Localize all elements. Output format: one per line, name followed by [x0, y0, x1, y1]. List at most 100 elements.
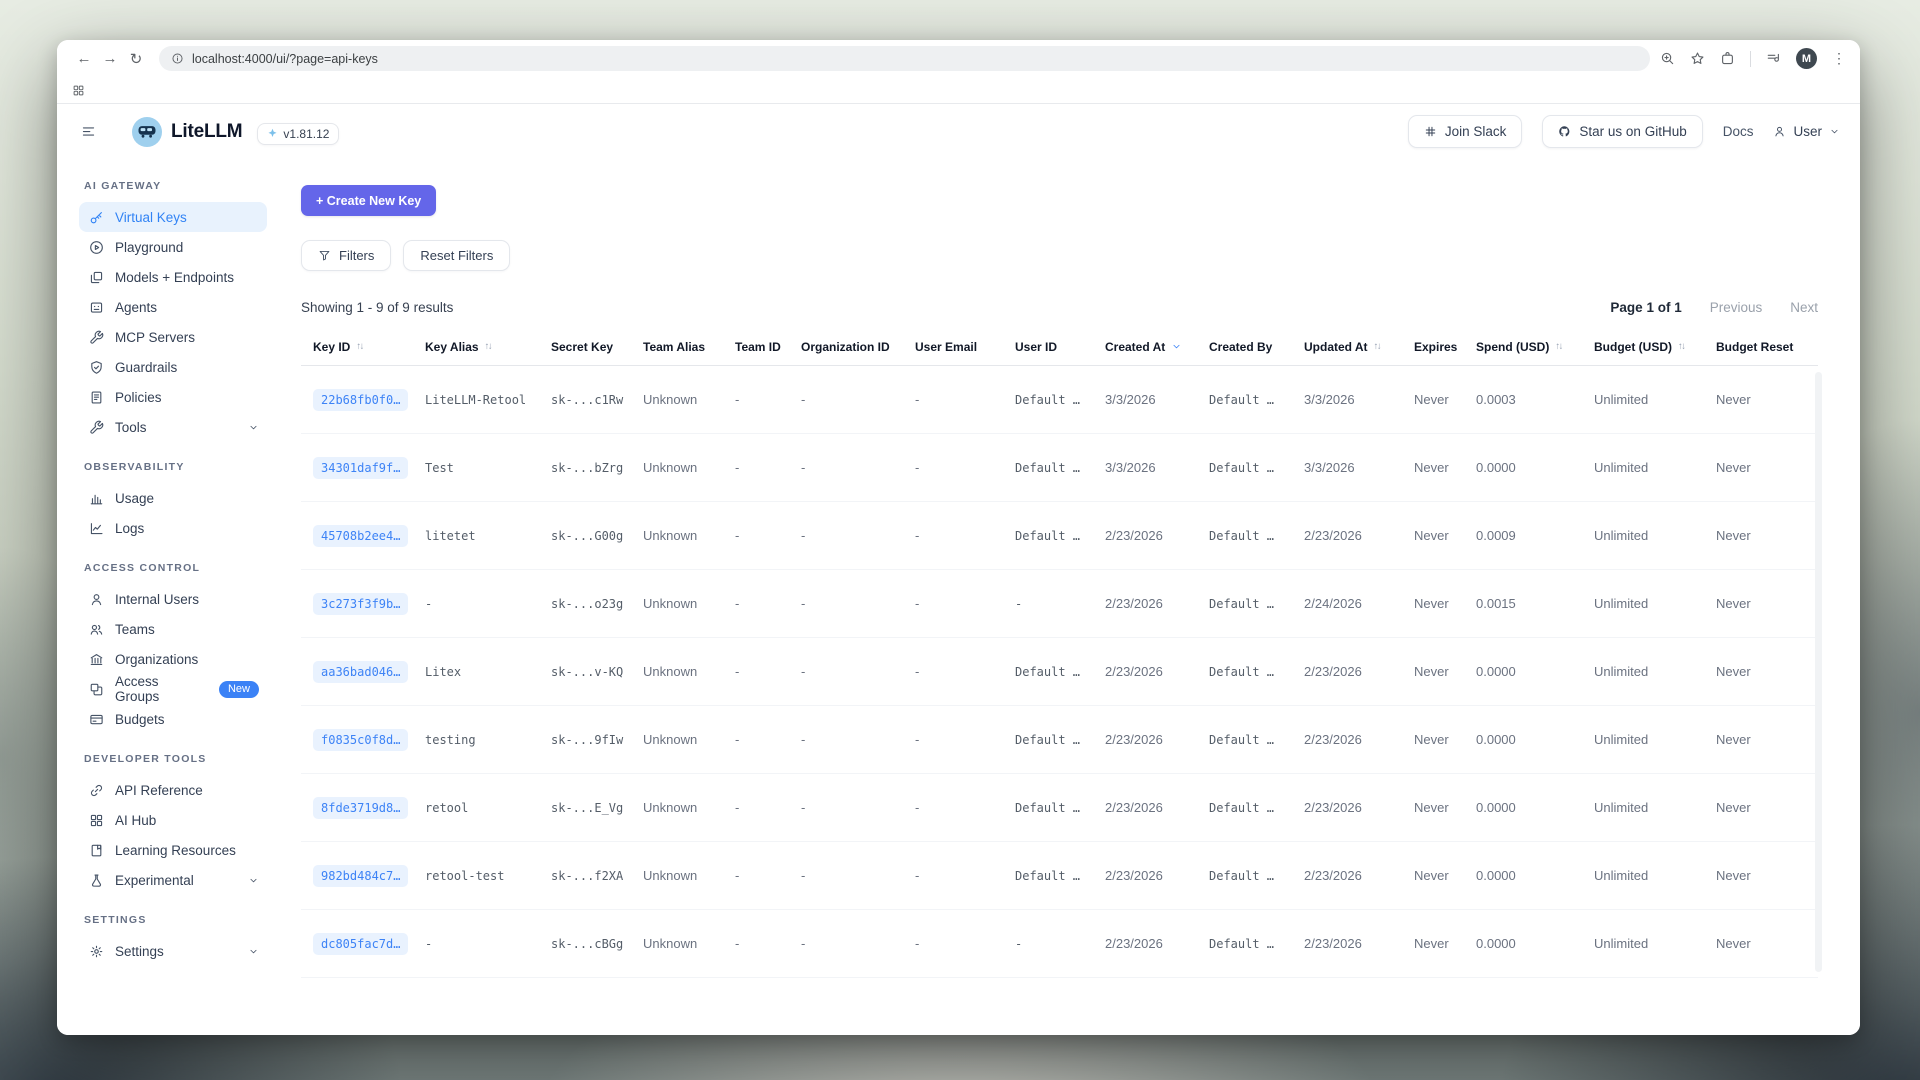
cell-key-id[interactable]: 22b68fb0f0… — [313, 391, 425, 409]
collapse-sidebar-icon[interactable] — [81, 124, 96, 139]
cell-user-id: Default … — [1015, 461, 1105, 475]
bookmark-star-icon[interactable] — [1690, 51, 1705, 66]
previous-button[interactable]: Previous — [1710, 300, 1763, 315]
sidebar-item-usage[interactable]: Usage — [79, 483, 267, 513]
sort-chevron-down-icon[interactable] — [1171, 341, 1182, 352]
sort-icon[interactable]: ↑↓ — [1374, 341, 1381, 352]
cell-budget: Unlimited — [1594, 936, 1716, 951]
sidebar-item-guardrails[interactable]: Guardrails — [79, 352, 267, 382]
column-header-team-id[interactable]: Team ID — [735, 340, 801, 354]
user-menu[interactable]: User — [1773, 124, 1840, 139]
apps-grid-icon[interactable] — [72, 84, 85, 97]
create-new-key-button[interactable]: + Create New Key — [301, 185, 436, 216]
cell-key-id[interactable]: 45708b2ee4… — [313, 527, 425, 545]
sidebar-item-teams[interactable]: Teams — [79, 614, 267, 644]
table-row[interactable]: 982bd484c7…retool-testsk-...f2XAUnknown-… — [301, 842, 1818, 910]
flask-icon — [89, 873, 104, 888]
extensions-icon[interactable] — [1720, 51, 1735, 66]
column-header-key-alias[interactable]: Key Alias↑↓ — [425, 340, 551, 354]
docs-link[interactable]: Docs — [1723, 124, 1754, 139]
sidebar-item-models-endpoints[interactable]: Models + Endpoints — [79, 262, 267, 292]
column-header-created-by[interactable]: Created By — [1209, 340, 1304, 354]
brand[interactable]: LiteLLM — [132, 117, 242, 147]
sidebar-item-learning-resources[interactable]: Learning Resources — [79, 835, 267, 865]
next-button[interactable]: Next — [1790, 300, 1818, 315]
column-header-key-id[interactable]: Key ID↑↓ — [313, 340, 425, 354]
reset-filters-button[interactable]: Reset Filters — [403, 240, 510, 271]
column-header-created-at[interactable]: Created At — [1105, 340, 1209, 354]
table-row[interactable]: f0835c0f8d…testingsk-...9fIwUnknown---De… — [301, 706, 1818, 774]
sidebar-item-playground[interactable]: Playground — [79, 232, 267, 262]
sidebar-item-policies[interactable]: Policies — [79, 382, 267, 412]
table-row[interactable]: 34301daf9f…Testsk-...bZrgUnknown---Defau… — [301, 434, 1818, 502]
sort-icon[interactable]: ↑↓ — [1678, 341, 1685, 352]
agent-icon — [89, 300, 104, 315]
media-controls-icon[interactable] — [1766, 51, 1781, 66]
column-header-spend-usd[interactable]: Spend (USD)↑↓ — [1476, 340, 1594, 354]
bank-icon — [89, 652, 104, 667]
cell-updated-at: 2/23/2026 — [1304, 732, 1414, 747]
back-icon[interactable]: ← — [71, 50, 97, 67]
sidebar-item-experimental[interactable]: Experimental — [79, 865, 267, 895]
forward-icon[interactable]: → — [97, 50, 123, 67]
sort-icon[interactable]: ↑↓ — [1555, 341, 1562, 352]
filters-button[interactable]: Filters — [301, 240, 391, 271]
table-row[interactable]: 8fde3719d8…retoolsk-...E_VgUnknown---Def… — [301, 774, 1818, 842]
cell-key-id[interactable]: 982bd484c7… — [313, 867, 425, 885]
table-row[interactable]: 45708b2ee4…litetetsk-...G00gUnknown---De… — [301, 502, 1818, 570]
column-header-team-alias[interactable]: Team Alias — [643, 340, 735, 354]
browser-menu-icon[interactable]: ⋮ — [1832, 50, 1846, 67]
sidebar-item-budgets[interactable]: Budgets — [79, 704, 267, 734]
sidebar-item-agents[interactable]: Agents — [79, 292, 267, 322]
sidebar-item-mcp-servers[interactable]: MCP Servers — [79, 322, 267, 352]
sidebar-item-access-groups[interactable]: Access GroupsNew — [79, 674, 267, 704]
cell-key-id[interactable]: 34301daf9f… — [313, 459, 425, 477]
cell-organization-id: - — [801, 800, 915, 815]
table-row[interactable]: 3c273f3f9b…-sk-...o23gUnknown----2/23/20… — [301, 570, 1818, 638]
sidebar-section-label: DEVELOPER TOOLS — [84, 753, 267, 765]
chevron-down-icon — [248, 946, 259, 957]
sidebar-item-logs[interactable]: Logs — [79, 513, 267, 543]
sidebar-item-organizations[interactable]: Organizations — [79, 644, 267, 674]
column-header-expires[interactable]: Expires — [1414, 340, 1476, 354]
zoom-icon[interactable] — [1660, 51, 1675, 66]
column-header-user-id[interactable]: User ID — [1015, 340, 1105, 354]
sidebar-item-virtual-keys[interactable]: Virtual Keys — [79, 202, 267, 232]
table-row[interactable]: 22b68fb0f0…LiteLLM-Retoolsk-...c1RwUnkno… — [301, 366, 1818, 434]
column-header-secret-key[interactable]: Secret Key — [551, 340, 643, 354]
address-bar[interactable]: localhost:4000/ui/?page=api-keys — [159, 46, 1650, 71]
sidebar-item-api-reference[interactable]: API Reference — [79, 775, 267, 805]
cell-key-id[interactable]: 3c273f3f9b… — [313, 595, 425, 613]
sort-icon[interactable]: ↑↓ — [356, 341, 363, 352]
cell-user-id: Default … — [1015, 801, 1105, 815]
column-header-updated-at[interactable]: Updated At↑↓ — [1304, 340, 1414, 354]
table-scrollbar[interactable] — [1815, 372, 1822, 972]
cell-key-id[interactable]: dc805fac7d… — [313, 935, 425, 953]
site-info-icon[interactable] — [171, 52, 184, 65]
column-header-user-email[interactable]: User Email — [915, 340, 1015, 354]
sidebar-item-ai-hub[interactable]: AI Hub — [79, 805, 267, 835]
join-slack-button[interactable]: Join Slack — [1408, 115, 1523, 148]
sort-icon[interactable]: ↑↓ — [485, 341, 492, 352]
cell-key-id[interactable]: aa36bad046… — [313, 663, 425, 681]
profile-avatar[interactable]: M — [1796, 48, 1817, 69]
sidebar-item-settings[interactable]: Settings — [79, 936, 267, 966]
sidebar-item-internal-users[interactable]: Internal Users — [79, 584, 267, 614]
reload-icon[interactable]: ↻ — [123, 50, 149, 68]
cell-secret-key: sk-...c1Rw — [551, 393, 643, 407]
cell-key-id[interactable]: f0835c0f8d… — [313, 731, 425, 749]
cell-secret-key: sk-...cBGg — [551, 937, 643, 951]
cell-team-id: - — [735, 732, 801, 747]
column-header-organization-id[interactable]: Organization ID — [801, 340, 915, 354]
table-row[interactable]: dc805fac7d…-sk-...cBGgUnknown----2/23/20… — [301, 910, 1818, 978]
column-header-budget-usd[interactable]: Budget (USD)↑↓ — [1594, 340, 1716, 354]
cell-key-alias: retool — [425, 801, 551, 815]
user-icon — [89, 592, 104, 607]
sidebar-item-tools[interactable]: Tools — [79, 412, 267, 442]
column-header-budget-reset[interactable]: Budget Reset — [1716, 340, 1814, 354]
table-row[interactable]: aa36bad046…Litexsk-...v-KQUnknown---Defa… — [301, 638, 1818, 706]
cell-budget-reset: Never — [1716, 460, 1814, 475]
star-github-button[interactable]: Star us on GitHub — [1542, 115, 1702, 148]
cell-key-id[interactable]: 8fde3719d8… — [313, 799, 425, 817]
boxes-icon — [89, 682, 104, 697]
